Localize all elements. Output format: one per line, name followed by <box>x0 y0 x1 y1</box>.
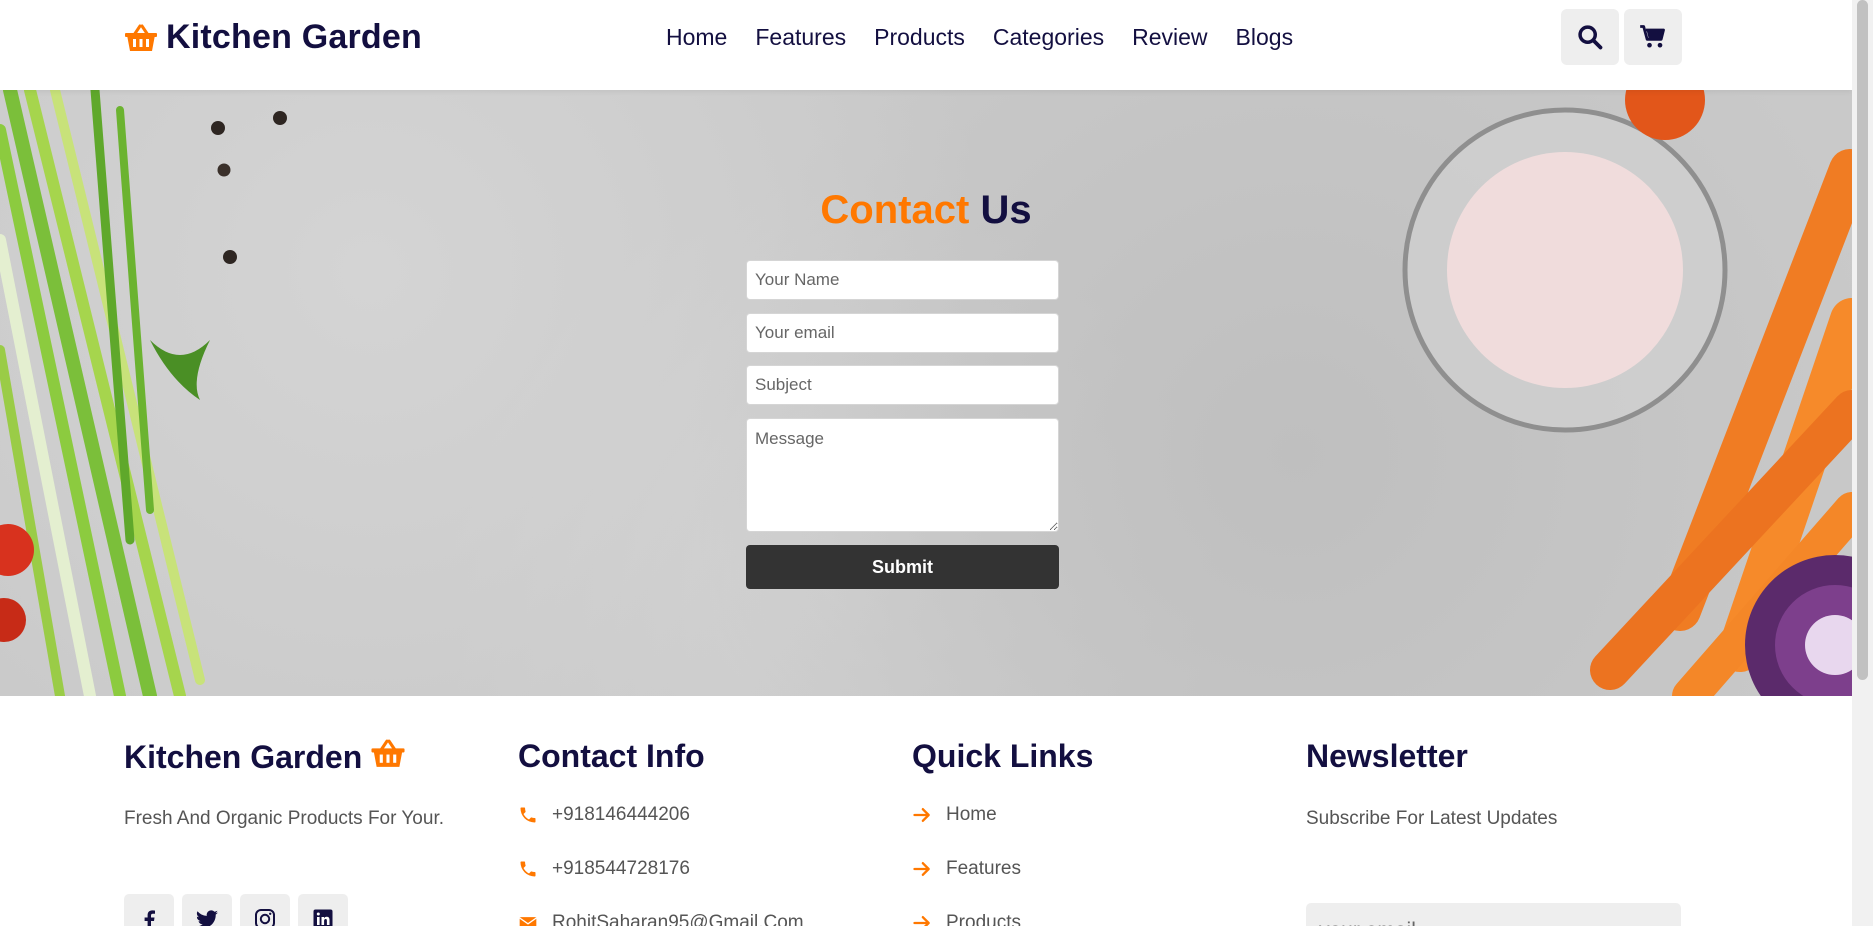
footer-brand-title: Kitchen Garden <box>124 738 484 777</box>
quick-link-features[interactable]: Features <box>912 858 1021 880</box>
contact-info-column: Contact Info +918146444206 +918544728176… <box>518 738 878 926</box>
arrow-right-icon <box>913 916 930 926</box>
green-onions-image <box>0 90 210 696</box>
quick-link-label: Features <box>946 858 1021 879</box>
submit-button[interactable]: Submit <box>746 545 1059 589</box>
quick-links-title: Quick Links <box>912 738 1094 774</box>
main-nav: Home Features Products Categories Review… <box>666 24 1293 51</box>
nav-home[interactable]: Home <box>666 24 727 51</box>
subject-field[interactable] <box>746 365 1059 405</box>
cart-button[interactable] <box>1624 9 1682 65</box>
footer-brand-name: Kitchen Garden <box>124 739 363 775</box>
facebook-button[interactable] <box>124 894 174 926</box>
quick-links-column: Quick Links Home Features Products <box>912 738 1272 926</box>
scrollbar-thumb[interactable] <box>1857 0 1868 680</box>
cart-icon <box>1640 25 1665 48</box>
search-button[interactable] <box>1561 9 1619 65</box>
nav-review[interactable]: Review <box>1132 24 1207 51</box>
page-scrollbar[interactable] <box>1852 0 1873 926</box>
footer-brand-column: Kitchen Garden Fresh And Organic Product… <box>124 738 484 926</box>
contact-title: Contact Us <box>0 188 1852 233</box>
email-item[interactable]: RohitSaharan95@Gmail.Com <box>518 912 804 926</box>
quick-link-home[interactable]: Home <box>912 804 997 826</box>
nav-features[interactable]: Features <box>755 24 846 51</box>
logo[interactable]: Kitchen Garden <box>124 18 422 57</box>
site-header: Kitchen Garden Home Features Products Ca… <box>0 0 1852 90</box>
arrow-right-icon <box>913 862 930 876</box>
facebook-icon <box>144 910 155 926</box>
phone-icon <box>520 861 536 877</box>
envelope-icon <box>519 917 537 926</box>
phone-icon <box>520 807 536 823</box>
phone-number-1: +918146444206 <box>552 804 690 825</box>
basket-icon <box>124 23 158 53</box>
quick-link-products[interactable]: Products <box>912 912 1021 926</box>
instagram-icon <box>255 909 275 926</box>
message-field[interactable] <box>746 418 1059 532</box>
search-icon <box>1578 25 1603 50</box>
contact-title-accent: Contact <box>820 188 970 232</box>
twitter-icon <box>196 910 218 926</box>
email-field[interactable] <box>746 313 1059 353</box>
site-footer: Kitchen Garden Fresh And Organic Product… <box>0 696 1852 926</box>
newsletter-subtitle: Subscribe For Latest Updates <box>1306 808 1558 829</box>
email-address: RohitSaharan95@Gmail.Com <box>552 912 804 926</box>
social-links <box>124 894 348 926</box>
quick-link-label: Products <box>946 912 1021 926</box>
newsletter-title: Newsletter <box>1306 738 1468 774</box>
nav-products[interactable]: Products <box>874 24 965 51</box>
phone-number-2: +918544728176 <box>552 858 690 879</box>
newsletter-column: Newsletter Subscribe For Latest Updates <box>1306 738 1686 926</box>
linkedin-icon <box>313 909 333 926</box>
name-field[interactable] <box>746 260 1059 300</box>
logo-text: Kitchen Garden <box>166 18 422 56</box>
phone-item-1[interactable]: +918146444206 <box>518 804 690 826</box>
basket-icon <box>370 738 406 777</box>
carrots-and-salt-image <box>1402 90 1852 696</box>
contact-info-title: Contact Info <box>518 738 705 774</box>
footer-tagline: Fresh And Organic Products For Your. <box>124 808 445 829</box>
contact-title-rest: Us <box>980 188 1032 232</box>
phone-item-2[interactable]: +918544728176 <box>518 858 690 880</box>
linkedin-button[interactable] <box>298 894 348 926</box>
quick-link-label: Home <box>946 804 997 825</box>
twitter-button[interactable] <box>182 894 232 926</box>
nav-blogs[interactable]: Blogs <box>1236 24 1294 51</box>
newsletter-email-input[interactable] <box>1306 903 1681 926</box>
nav-categories[interactable]: Categories <box>993 24 1104 51</box>
instagram-button[interactable] <box>240 894 290 926</box>
arrow-right-icon <box>913 808 930 822</box>
contact-section: Contact Us Submit <box>0 90 1852 696</box>
